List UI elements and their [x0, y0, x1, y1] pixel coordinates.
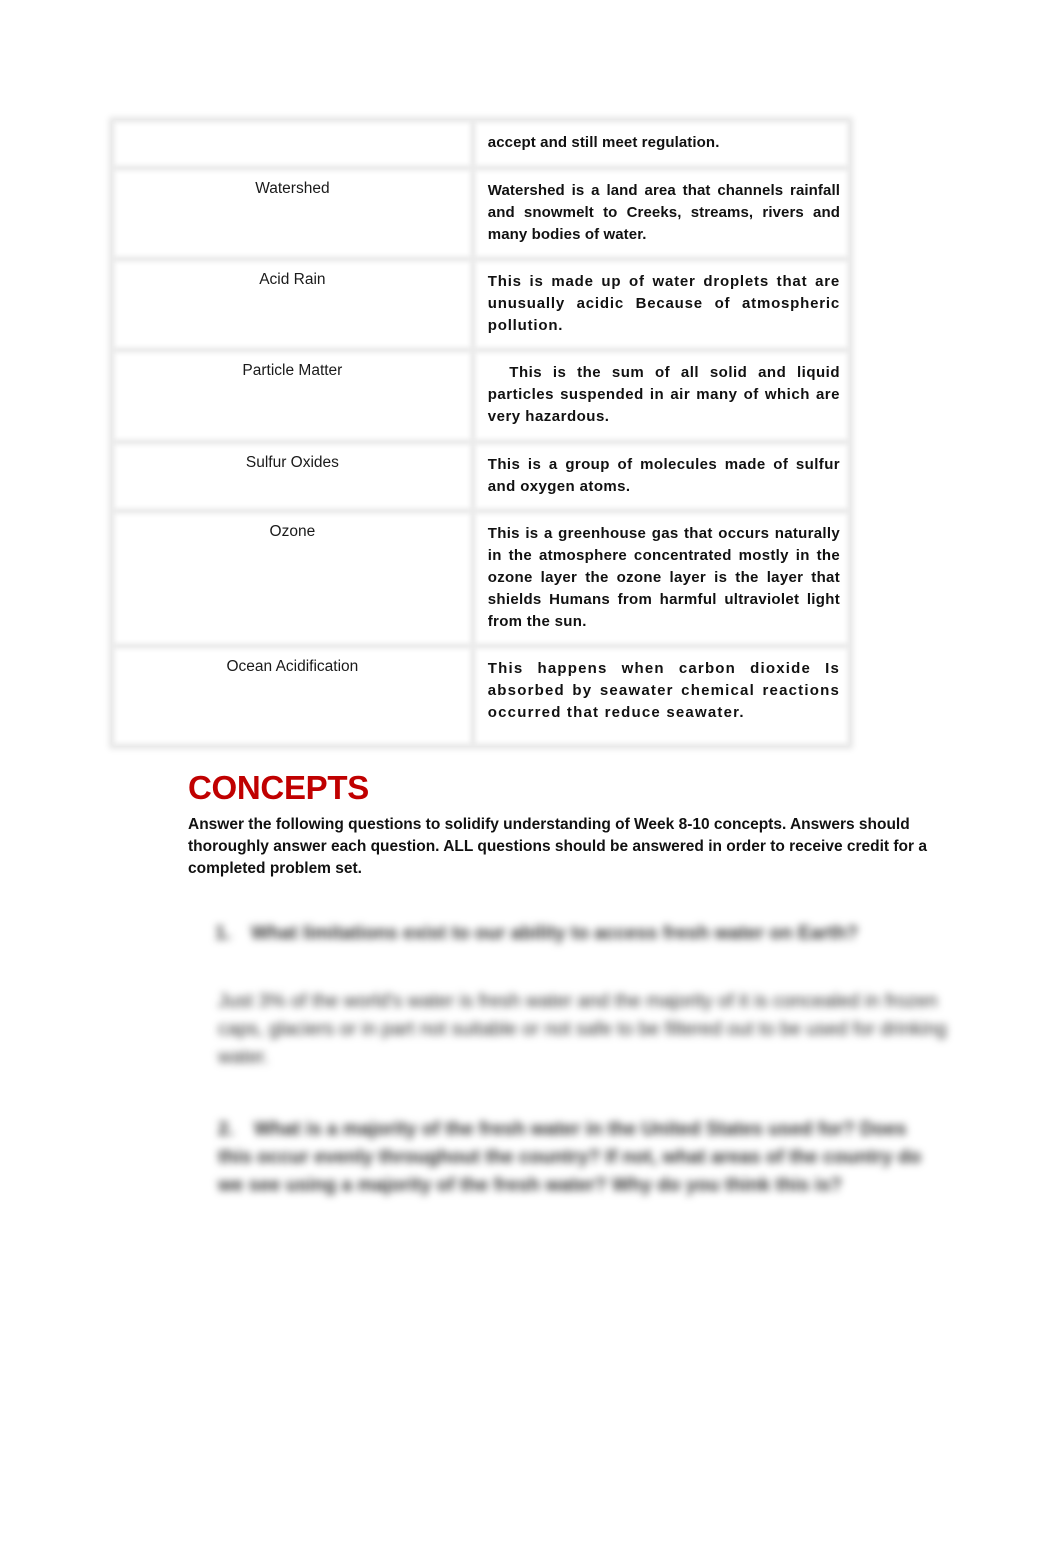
- concepts-intro: Answer the following questions to solidi…: [188, 816, 927, 877]
- table-row: Ocean Acidification This happens when ca…: [112, 646, 850, 746]
- question-text: What limitations exist to our ability to…: [251, 923, 859, 944]
- term-cell: Acid Rain: [112, 259, 473, 350]
- definition-cell: This is a group of molecules made of sul…: [473, 442, 850, 511]
- definition-cell: Watershed is a land area that channels r…: [473, 168, 850, 259]
- term-cell: Particle Matter: [112, 350, 473, 442]
- blurred-answer-1: Just 3% of the world's water is fresh wa…: [218, 991, 947, 1068]
- blurred-question-1: 1. What limitations exist to our ability …: [215, 920, 935, 948]
- definition-cell: This is made up of water droplets that a…: [473, 259, 850, 350]
- definition-cell: This is the sum of all solid and liquid …: [473, 350, 850, 442]
- blurred-question-2: 2. What is a majority of the fresh water …: [218, 1116, 938, 1200]
- term-cell: Ozone: [112, 511, 473, 646]
- question-text: What is a majority of the fresh water in…: [218, 1119, 922, 1196]
- table-row: Particle Matter This is the sum of all s…: [112, 350, 850, 442]
- definition-cell: accept and still meet regulation.: [473, 120, 850, 168]
- term-cell: Watershed: [112, 168, 473, 259]
- term-cell: Sulfur Oxides: [112, 442, 473, 511]
- definition-cell: This happens when carbon dioxide Is abso…: [473, 646, 850, 746]
- term-cell: Ocean Acidification: [112, 646, 473, 746]
- table-row: Watershed Watershed is a land area that …: [112, 168, 850, 259]
- table-row: Acid Rain This is made up of water dropl…: [112, 259, 850, 350]
- concepts-section: CONCEPTS Answer the following questions …: [188, 768, 948, 880]
- definition-cell: This is a greenhouse gas that occurs nat…: [473, 511, 850, 646]
- glossary-table: accept and still meet regulation. Waters…: [112, 120, 850, 746]
- question-number: 1.: [215, 923, 231, 944]
- table-row: accept and still meet regulation.: [112, 120, 850, 168]
- question-number: 2.: [218, 1119, 234, 1140]
- term-cell: [112, 120, 473, 168]
- table-row: Ozone This is a greenhouse gas that occu…: [112, 511, 850, 646]
- glossary-table-container: accept and still meet regulation. Waters…: [112, 120, 850, 746]
- table-row: Sulfur Oxides This is a group of molecul…: [112, 442, 850, 511]
- concepts-heading: CONCEPTS: [188, 769, 369, 806]
